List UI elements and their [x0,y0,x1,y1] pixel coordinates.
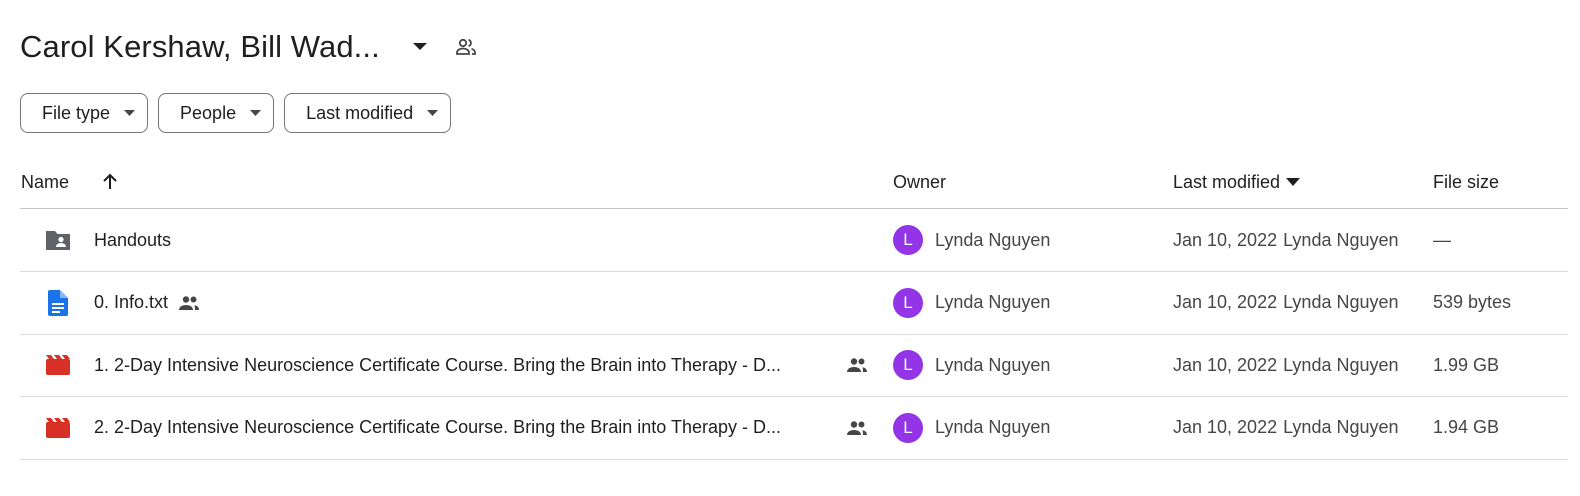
owner-cell: L Lynda Nguyen [893,334,1050,396]
modified-date: Jan 10, 2022 [1173,292,1278,312]
file-size: 1.99 GB [1433,354,1500,375]
column-file-size[interactable]: File size [1433,156,1499,208]
filter-chip-label: Last modified [306,102,414,123]
people-outline-icon[interactable] [446,27,486,67]
text-doc-icon [44,272,72,334]
file-name: 2. 2-Day Intensive Neuroscience Certific… [94,417,781,437]
sort-arrow-up-icon[interactable] [98,156,122,208]
file-size: 1.94 GB [1433,417,1500,437]
avatar[interactable]: L [893,412,923,443]
filter-chip-label: File type [42,102,111,123]
file-row[interactable]: 2. 2-Day Intensive Neuroscience Certific… [20,397,1568,460]
file-name: Handouts [94,229,172,250]
filter-chip-people[interactable]: People [158,93,275,133]
filter-bar: File type People Last modified [20,93,452,133]
shared-folder-icon [44,209,72,271]
avatar[interactable]: L [893,225,923,255]
file-name-cell[interactable]: 1. 2-Day Intensive Neuroscience Certific… [94,334,781,396]
sort-desc-icon [1286,178,1301,186]
shared-icon [846,397,868,459]
column-header: Name Owner Last modified File size [20,156,1568,209]
file-size: 539 bytes [1433,292,1512,312]
column-name[interactable]: Name [21,156,69,208]
file-name-cell[interactable]: 0. Info.txt [94,272,200,334]
modified-by: Lynda Nguyen [1283,417,1399,437]
last-modified-cell: Jan 10, 2022 Lynda Nguyen [1173,209,1399,271]
video-file-icon [44,334,72,396]
owner-name: Lynda Nguyen [935,417,1051,437]
file-name-cell[interactable]: Handouts [94,209,171,271]
dropdown-caret-icon [250,110,262,116]
modified-by: Lynda Nguyen [1283,354,1399,375]
file-row[interactable]: 0. Info.txt L Lynda Nguyen Jan 10, 2022 Lynd… [20,272,1568,335]
modified-date: Jan 10, 2022 [1173,354,1278,375]
file-size: — [1433,229,1451,250]
modified-date: Jan 10, 2022 [1173,417,1278,437]
file-name: 0. Info.txt [94,292,169,312]
file-name: 1. 2-Day Intensive Neuroscience Certific… [94,354,781,375]
filter-chip-file-type[interactable]: File type [20,93,149,133]
last-modified-cell: Jan 10, 2022 Lynda Nguyen [1173,272,1399,334]
page-title: Carol Kershaw, Bill Wad... [20,29,380,64]
avatar[interactable]: L [893,287,923,318]
file-name-cell[interactable]: 2. 2-Day Intensive Neuroscience Certific… [94,397,781,459]
shared-icon [178,295,200,311]
avatar[interactable]: L [893,350,923,380]
column-last-modified-label: Last modified [1173,171,1281,192]
last-modified-cell: Jan 10, 2022 Lynda Nguyen [1173,334,1399,396]
owner-cell: L Lynda Nguyen [893,397,1050,459]
caret-down-icon[interactable] [402,29,438,65]
file-row[interactable]: 1. 2-Day Intensive Neuroscience Certific… [20,334,1568,397]
owner-name: Lynda Nguyen [935,229,1051,250]
modified-by: Lynda Nguyen [1283,292,1399,312]
shared-icon [846,334,868,396]
dropdown-caret-icon [427,110,439,116]
filter-chip-last-modified[interactable]: Last modified [284,93,452,133]
modified-date: Jan 10, 2022 [1173,229,1278,250]
last-modified-cell: Jan 10, 2022 Lynda Nguyen [1173,397,1399,459]
file-row[interactable]: Handouts L Lynda Nguyen Jan 10, 2022 Lynda N… [20,209,1568,272]
column-last-modified[interactable]: Last modified [1173,156,1301,208]
owner-cell: L Lynda Nguyen [893,209,1050,271]
modified-by: Lynda Nguyen [1283,229,1399,250]
owner-name: Lynda Nguyen [935,292,1051,312]
owner-cell: L Lynda Nguyen [893,272,1050,334]
dropdown-caret-icon [124,110,136,116]
filter-chip-label: People [180,102,237,123]
title-row: Carol Kershaw, Bill Wad... [20,24,486,70]
owner-name: Lynda Nguyen [935,354,1051,375]
video-file-icon [44,397,72,459]
column-owner[interactable]: Owner [893,156,946,208]
